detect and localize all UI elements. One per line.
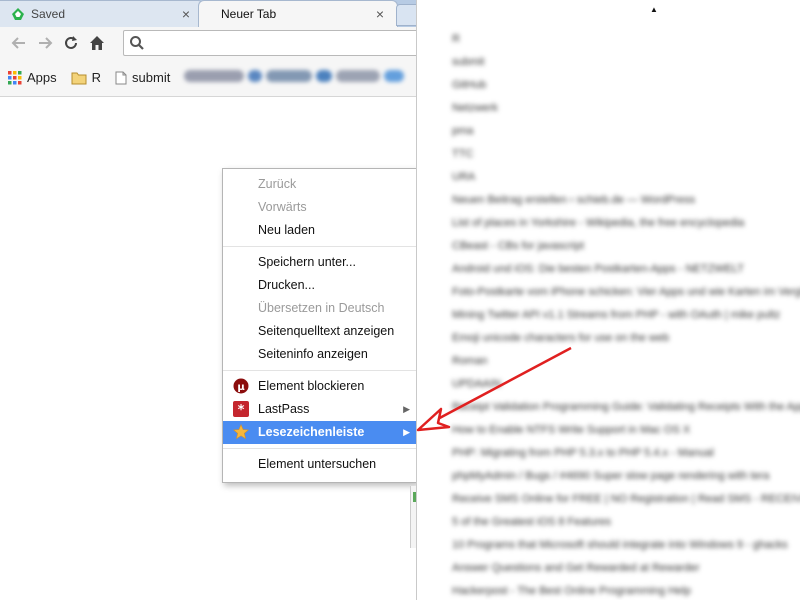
bookmarks-submenu-list: ▲ Rsubmit GitHub Netzwerk pma TTC URA Neuen Be… [418, 0, 800, 600]
bookmark-label: Apps [27, 70, 57, 85]
background-window-edge [410, 486, 416, 548]
blurred-bookmark-list: Rsubmit GitHub Netzwerk pma TTC URA Neuen Beit… [452, 28, 800, 600]
bookmarks-bar: Apps R submit [0, 59, 416, 97]
menu-item-label: Seitenquelltext anzeigen [258, 324, 395, 338]
bookmark-entry[interactable]: phpMyAdmin / Bugs / #4690 Super slow pag… [452, 465, 800, 488]
bookmark-entry[interactable]: CBeast - CBs for javascript [452, 235, 800, 258]
bookmark-entry[interactable]: Emoji unicode characters for use on the … [452, 327, 800, 350]
ublock-icon: μ [233, 378, 249, 394]
menu-item-save-as[interactable]: Speichern unter... [223, 251, 416, 274]
menu-item-view-source[interactable]: Seitenquelltext anzeigen [223, 320, 416, 343]
bookmark-entry[interactable]: Receive SMS Online for FREE | NO Registr… [452, 488, 800, 511]
bookmark-entry[interactable]: List of places in Yorkshire - Wikipedia,… [452, 212, 800, 235]
bookmark-entry[interactable]: Answer Questions and Get Rewarded at Rew… [452, 557, 800, 580]
menu-item-label: Element untersuchen [258, 457, 377, 471]
back-button[interactable] [6, 30, 32, 56]
menu-separator [223, 246, 416, 247]
tab-strip: Saved × Neuer Tab × [0, 0, 416, 27]
bookmark-folder-r[interactable]: R [71, 70, 101, 85]
search-icon [130, 36, 144, 50]
bookmark-entry[interactable]: Hackerpost - The Best Online Programming… [452, 580, 800, 600]
menu-item-print[interactable]: Drucken... [223, 274, 416, 297]
toolbar [0, 27, 416, 59]
home-button[interactable] [84, 30, 110, 56]
menu-item-bookmarks-bar[interactable]: Lesezeichenleiste ▶ [223, 421, 416, 444]
scroll-up-caret-icon[interactable]: ▲ [650, 5, 658, 14]
apps-grid-icon [8, 70, 22, 84]
bookmark-entry[interactable]: Roman [452, 350, 800, 373]
bookmark-label: R [91, 70, 102, 85]
home-icon [90, 36, 104, 50]
bookmark-entry[interactable]: submit [452, 51, 800, 74]
menu-separator [223, 370, 416, 371]
bookmark-apps[interactable]: Apps [8, 70, 57, 85]
bookmark-entry[interactable]: Mining Twitter API v1.1 Streams from PHP… [452, 304, 800, 327]
folder-icon [71, 72, 87, 84]
bookmark-entry[interactable]: PHP: Migrating from PHP 5.3.x to PHP 5.4… [452, 442, 800, 465]
menu-item-label: Seiteninfo anzeigen [258, 347, 368, 361]
reload-icon [65, 36, 77, 49]
reload-button[interactable] [58, 30, 84, 56]
back-arrow-icon [11, 37, 25, 49]
bookmark-entry[interactable]: pma [452, 120, 800, 143]
bookmark-submit[interactable]: submit [115, 70, 170, 85]
close-tab-icon[interactable]: × [179, 6, 193, 22]
menu-item-label: Neu laden [258, 223, 315, 237]
menu-item-forward[interactable]: Vorwärts [223, 196, 416, 219]
bookmark-entry[interactable]: TTC [452, 143, 800, 166]
menu-item-block-element[interactable]: μ Element blockieren [223, 375, 416, 398]
feedly-icon [11, 7, 25, 21]
bookmark-entry[interactable]: GitHub [452, 74, 800, 97]
menu-item-label: LastPass [258, 402, 310, 416]
bookmark-entry[interactable]: Foto-Postkarte vom iPhone schicken: Vier… [452, 281, 800, 304]
browser-window: Saved × Neuer Tab × Apps R submit Zurück… [0, 0, 417, 600]
menu-separator [223, 448, 416, 449]
new-tab-button[interactable] [396, 4, 416, 26]
address-bar[interactable] [123, 30, 416, 56]
lastpass-icon: * [233, 401, 249, 417]
bookmark-entry[interactable]: UPDAAIN [452, 373, 800, 396]
bookmark-entry[interactable]: Netzwerk [452, 97, 800, 120]
forward-button[interactable] [32, 30, 58, 56]
close-tab-icon[interactable]: × [373, 6, 387, 22]
tab-label: Neuer Tab [221, 7, 277, 21]
menu-item-translate[interactable]: Übersetzen in Deutsch [223, 297, 416, 320]
svg-text:*: * [238, 403, 245, 417]
menu-item-lastpass[interactable]: * LastPass ▶ [223, 398, 416, 421]
menu-item-label: Speichern unter... [258, 255, 356, 269]
svg-text:μ: μ [237, 382, 245, 393]
menu-item-label: Drucken... [258, 278, 315, 292]
bookmark-entry[interactable]: 10 Programs that Microsoft should integr… [452, 534, 800, 557]
bookmark-entry[interactable]: URA [452, 166, 800, 189]
tab-label: Saved [31, 7, 66, 21]
blurred-bookmarks [184, 69, 416, 86]
menu-item-back[interactable]: Zurück [223, 173, 416, 196]
menu-item-label: Vorwärts [258, 200, 307, 214]
bookmark-entry[interactable]: Receipt Validation Programming Guide: Va… [452, 396, 800, 419]
menu-item-reload[interactable]: Neu laden [223, 219, 416, 242]
tab-new[interactable]: Neuer Tab × [198, 0, 398, 27]
menu-item-inspect[interactable]: Element untersuchen [223, 453, 416, 476]
bookmark-entry[interactable]: Android und iOS: Die besten Postkarten-A… [452, 258, 800, 281]
submenu-arrow-icon: ▶ [403, 404, 410, 414]
menu-item-label: Lesezeichenleiste [258, 425, 365, 439]
bookmark-entry[interactable]: R [452, 28, 800, 51]
bookmark-entry[interactable]: Neuen Beitrag erstellen ‹ schieb.de — Wo… [452, 189, 800, 212]
star-icon [233, 424, 249, 440]
menu-item-label: Übersetzen in Deutsch [258, 301, 385, 315]
page-icon [115, 71, 127, 84]
bookmark-label: submit [132, 70, 171, 85]
tab-saved[interactable]: Saved × [0, 0, 204, 27]
menu-item-label: Zurück [258, 177, 297, 191]
forward-arrow-icon [39, 37, 53, 49]
menu-item-label: Element blockieren [258, 379, 365, 393]
context-menu: Zurück Vorwärts Neu laden Speichern unte… [222, 168, 416, 483]
submenu-arrow-icon: ▶ [403, 427, 410, 437]
menu-item-page-info[interactable]: Seiteninfo anzeigen [223, 343, 416, 366]
bookmark-entry[interactable]: 5 of the Greatest iOS 8 Features [452, 511, 800, 534]
bookmark-entry[interactable]: How to Enable NTFS Write Support in Mac … [452, 419, 800, 442]
